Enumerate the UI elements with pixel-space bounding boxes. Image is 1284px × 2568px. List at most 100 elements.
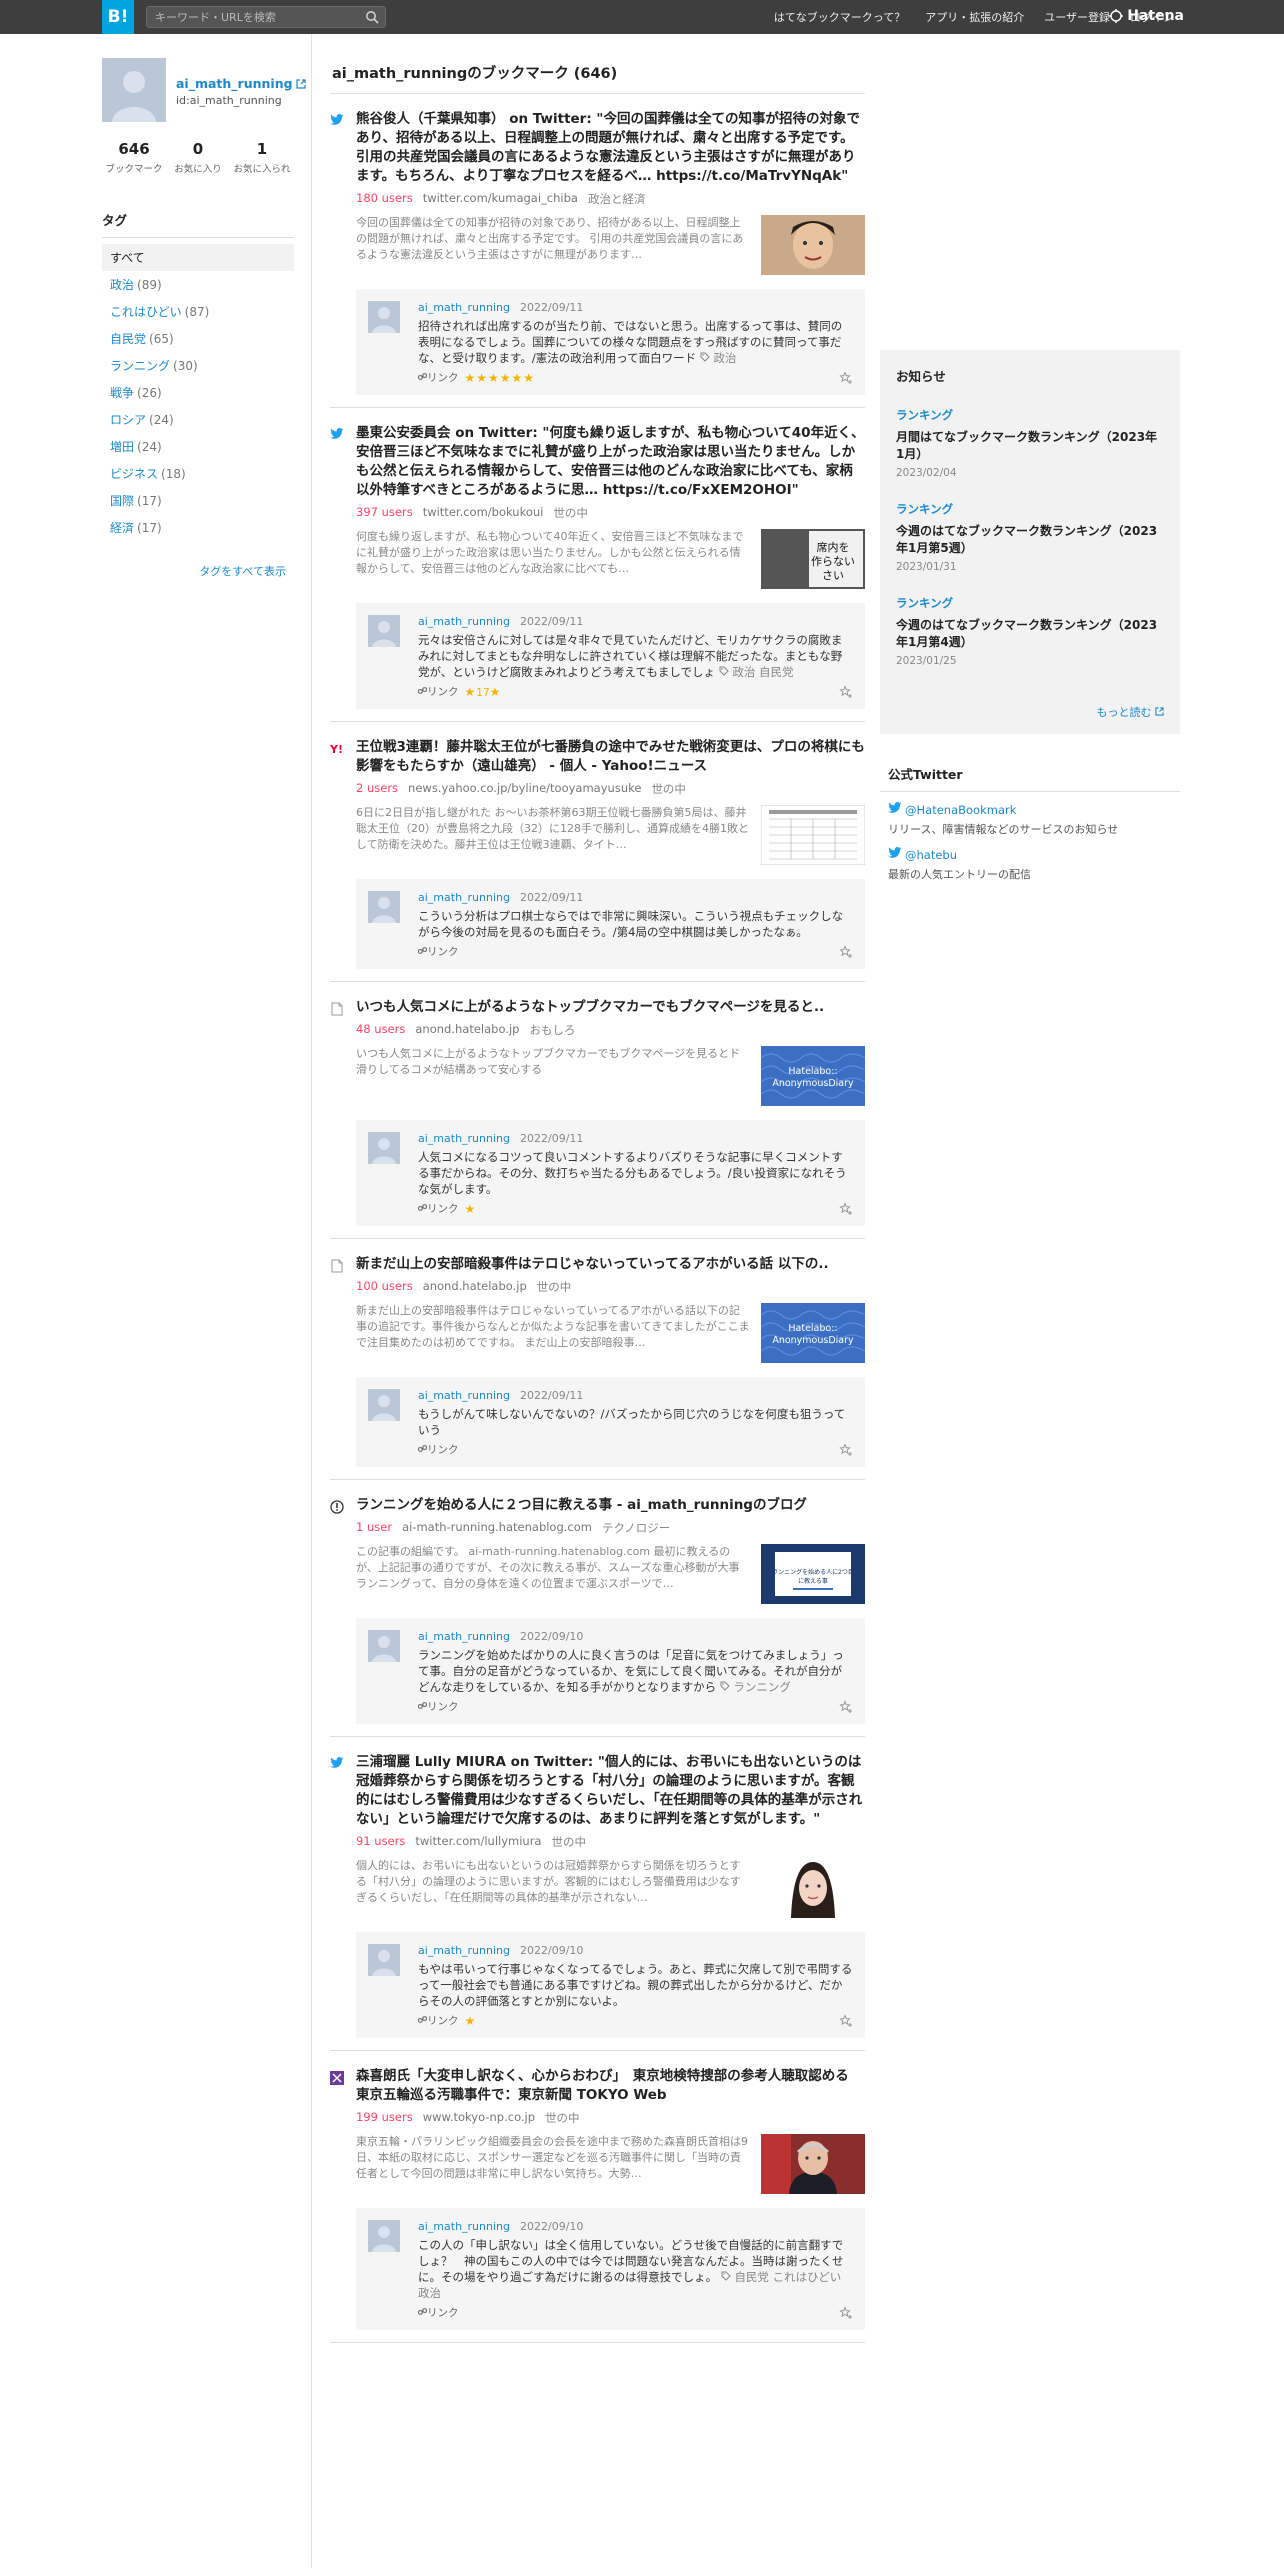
entry-title-link[interactable]: 三浦瑠麗 Lully MIURA on Twitter: "個人的には、お弔いに… — [356, 1753, 865, 1829]
twitter-account-link[interactable]: @hatebu — [888, 847, 1180, 862]
add-star-icon[interactable] — [839, 945, 853, 959]
entry-thumbnail[interactable] — [761, 1858, 865, 1918]
bookmark-user-link[interactable]: ai_math_running — [418, 891, 510, 904]
bookmark-tags[interactable]: 政治 — [696, 351, 736, 365]
bookmark-tags[interactable]: 政治 自民党 — [715, 665, 794, 679]
search-input[interactable] — [147, 7, 357, 27]
entry-thumbnail[interactable] — [761, 2134, 865, 2194]
entry-title-link[interactable]: 墨東公安委員会 on Twitter: "何度も繰り返しますが、私も物心ついて4… — [356, 424, 865, 500]
bookmark-user-link[interactable]: ai_math_running — [418, 615, 510, 628]
bookmark-permalink[interactable]: リンク — [418, 1201, 459, 1216]
bookmark-avatar[interactable] — [368, 1944, 400, 1976]
search-box[interactable] — [146, 6, 386, 28]
entry-category-link[interactable]: 政治と経済 — [588, 191, 646, 207]
entry-category-link[interactable]: おもしろ — [529, 1022, 575, 1038]
users-count-link[interactable]: 397 users — [356, 505, 413, 521]
tag-item[interactable]: ランニング (30) — [102, 352, 294, 379]
entry-title-link[interactable]: 王位戦3連覇！藤井聡太王位が七番勝負の途中でみせた戦術変更は、プロの将棋にも影響… — [356, 738, 865, 776]
add-star-icon[interactable] — [839, 371, 853, 385]
tag-item[interactable]: 国際 (17) — [102, 487, 294, 514]
tag-item[interactable]: これはひどい (87) — [102, 298, 294, 325]
read-more-link[interactable]: もっと読む — [1097, 704, 1165, 720]
entry-thumbnail[interactable] — [761, 215, 865, 275]
bookmark-user-link[interactable]: ai_math_running — [418, 1132, 510, 1145]
entry-thumbnail[interactable]: ランニングを始める人に2つ目 に教える事 — [761, 1544, 865, 1604]
users-count-link[interactable]: 180 users — [356, 191, 413, 207]
entry-category-link[interactable]: 世の中 — [551, 1834, 586, 1850]
users-count-link[interactable]: 48 users — [356, 1022, 405, 1038]
star-list[interactable]: ★17★ — [465, 685, 502, 699]
tag-item[interactable]: 戦争 (26) — [102, 379, 294, 406]
twitter-account-link[interactable]: @HatenaBookmark — [888, 802, 1180, 817]
tag-item[interactable]: ビジネス (18) — [102, 460, 294, 487]
stat-bookmarks[interactable]: 646 ブックマーク — [102, 140, 166, 184]
add-star-icon[interactable] — [839, 1443, 853, 1457]
bookmark-avatar[interactable] — [368, 2220, 400, 2252]
bookmark-avatar[interactable] — [368, 615, 400, 647]
bookmark-avatar[interactable] — [368, 1630, 400, 1662]
bookmark-permalink[interactable]: リンク — [418, 1699, 459, 1714]
add-star-icon[interactable] — [839, 685, 853, 699]
star-list[interactable]: ★ — [465, 2014, 477, 2028]
nav-about[interactable]: はてなブックマークって？ — [774, 9, 905, 25]
entry-category-link[interactable]: テクノロジー — [602, 1520, 670, 1536]
hatebu-logo[interactable]: B! — [102, 0, 134, 34]
bookmark-avatar[interactable] — [368, 1132, 400, 1164]
tag-item[interactable]: 自民党 (65) — [102, 325, 294, 352]
show-all-tags-link[interactable]: タグをすべて表示 — [102, 563, 294, 579]
bookmark-permalink[interactable]: リンク — [418, 684, 459, 699]
entry-title-link[interactable]: ランニングを始める人に２つ目に教える事 - ai_math_runningのブロ… — [356, 1496, 865, 1515]
bookmark-permalink[interactable]: リンク — [418, 370, 459, 385]
bookmark-permalink[interactable]: リンク — [418, 2305, 459, 2320]
notice-item[interactable]: ランキング 今週のはてなブックマーク数ランキング（2023年1月第5週） 2023/… — [896, 501, 1164, 573]
hatena-brand[interactable]: Hatena — [1109, 8, 1184, 24]
bookmark-user-link[interactable]: ai_math_running — [418, 1630, 510, 1643]
entry-domain-link[interactable]: anond.hatelabo.jp — [423, 1279, 527, 1295]
bookmark-permalink[interactable]: リンク — [418, 2013, 459, 2028]
bookmark-permalink[interactable]: リンク — [418, 1442, 459, 1457]
tag-item[interactable]: 政治 (89) — [102, 271, 294, 298]
entry-domain-link[interactable]: twitter.com/bokukoui — [423, 505, 544, 521]
star-list[interactable]: ★ — [465, 1202, 477, 1216]
star-list[interactable]: ★★★★★★ — [465, 371, 536, 385]
notice-item[interactable]: ランキング 今週のはてなブックマーク数ランキング（2023年1月第4週） 2023/… — [896, 595, 1164, 667]
users-count-link[interactable]: 91 users — [356, 1834, 405, 1850]
users-count-link[interactable]: 100 users — [356, 1279, 413, 1295]
entry-thumbnail[interactable]: Hatelabo:: AnonymousDiary — [761, 1303, 865, 1363]
tag-all[interactable]: すべて — [102, 244, 294, 271]
entry-domain-link[interactable]: news.yahoo.co.jp/byline/tooyamayusuke — [408, 781, 641, 797]
entry-title-link[interactable]: 新まだ山上の安部暗殺事件はテロじゃないっていってるアホがいる話 以下の.. — [356, 1255, 865, 1274]
entry-domain-link[interactable]: www.tokyo-np.co.jp — [423, 2110, 535, 2126]
entry-title-link[interactable]: いつも人気コメに上がるようなトップブクマカーでもブクマページを見ると.. — [356, 998, 865, 1017]
users-count-link[interactable]: 2 users — [356, 781, 398, 797]
entry-category-link[interactable]: 世の中 — [545, 2110, 580, 2126]
entry-title-link[interactable]: 森喜朗氏「大変申し訳なく、心からおわび」 東京地検特捜部の参考人聴取認める 東京… — [356, 2067, 865, 2105]
bookmark-user-link[interactable]: ai_math_running — [418, 301, 510, 314]
add-star-icon[interactable] — [839, 2014, 853, 2028]
bookmark-user-link[interactable]: ai_math_running — [418, 2220, 510, 2233]
bookmark-user-link[interactable]: ai_math_running — [418, 1389, 510, 1402]
bookmark-avatar[interactable] — [368, 301, 400, 333]
profile-name-link[interactable]: ai_math_running — [176, 76, 306, 91]
add-star-icon[interactable] — [839, 1700, 853, 1714]
add-star-icon[interactable] — [839, 2306, 853, 2320]
entry-thumbnail[interactable] — [761, 805, 865, 865]
tag-item[interactable]: 経済 (17) — [102, 514, 294, 541]
entry-domain-link[interactable]: twitter.com/lullymiura — [415, 1834, 541, 1850]
stat-favorites[interactable]: 0 お気に入り — [166, 140, 230, 184]
entry-thumbnail[interactable]: Hatelabo:: AnonymousDiary — [761, 1046, 865, 1106]
bookmark-avatar[interactable] — [368, 1389, 400, 1421]
bookmark-tags[interactable]: ランニング — [716, 1680, 791, 1694]
entry-domain-link[interactable]: anond.hatelabo.jp — [415, 1022, 519, 1038]
nav-register[interactable]: ユーザー登録 — [1044, 9, 1110, 25]
nav-apps[interactable]: アプリ・拡張の紹介 — [925, 9, 1024, 25]
bookmark-user-link[interactable]: ai_math_running — [418, 1944, 510, 1957]
notice-item[interactable]: ランキング 月間はてなブックマーク数ランキング（2023年1月） 2023/02/0… — [896, 407, 1164, 479]
bookmark-permalink[interactable]: リンク — [418, 944, 459, 959]
entry-category-link[interactable]: 世の中 — [553, 505, 588, 521]
search-icon[interactable] — [365, 10, 379, 24]
entry-domain-link[interactable]: ai-math-running.hatenablog.com — [402, 1520, 592, 1536]
users-count-link[interactable]: 1 user — [356, 1520, 392, 1536]
entry-category-link[interactable]: 世の中 — [651, 781, 686, 797]
avatar[interactable] — [102, 58, 166, 122]
